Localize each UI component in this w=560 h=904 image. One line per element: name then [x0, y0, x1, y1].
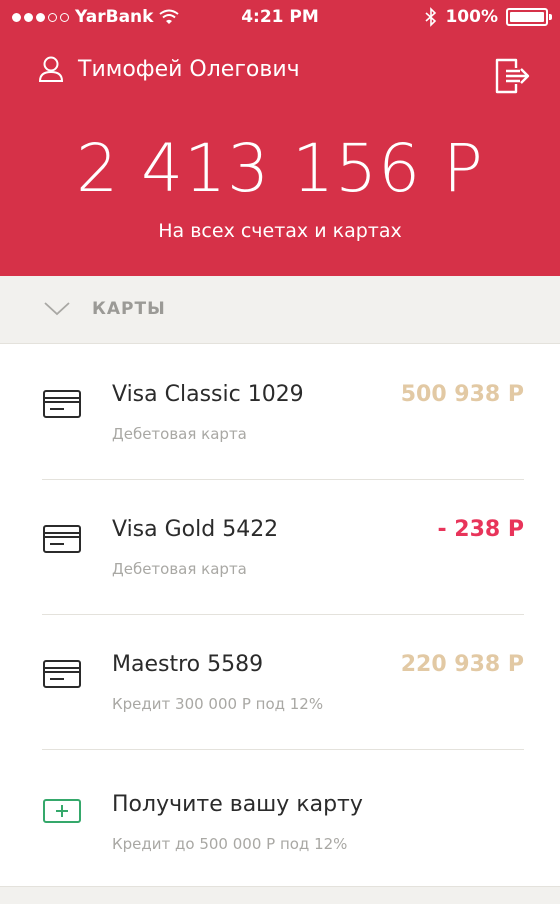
- battery-percent: 100%: [445, 7, 498, 27]
- card-balance: 220 938 Р: [400, 652, 524, 677]
- card-list: Visa Classic 1029 Дебетовая карта 500 93…: [0, 345, 560, 885]
- card-item[interactable]: Visa Gold 5422 Дебетовая карта - 238 Р: [0, 480, 560, 615]
- get-card-item[interactable]: Получите вашу карту Кредит до 500 000 Р …: [0, 750, 560, 885]
- credit-card-icon: [43, 525, 81, 553]
- get-card-subtitle: Кредит до 500 000 Р под 12%: [112, 835, 348, 853]
- battery-icon: [506, 8, 552, 26]
- status-bar: YarBank 4:21 PM 100%: [0, 0, 560, 36]
- card-name: Maestro 5589: [112, 652, 264, 677]
- credit-card-icon: [43, 660, 81, 688]
- user-name: Тимофей Олегович: [78, 56, 300, 82]
- balance-caption: На всех счетах и картах: [158, 220, 402, 242]
- add-card-icon: [43, 799, 81, 823]
- chevron-down-icon: [44, 302, 70, 316]
- card-name: Visa Gold 5422: [112, 517, 279, 542]
- logout-icon[interactable]: [494, 56, 532, 96]
- user-icon: [38, 56, 64, 82]
- card-type: Кредит 300 000 Р под 12%: [112, 695, 324, 713]
- card-item[interactable]: Maestro 5589 Кредит 300 000 Р под 12% 22…: [0, 615, 560, 750]
- credit-card-icon: [43, 390, 81, 418]
- cards-section-header[interactable]: КАРТЫ: [0, 276, 560, 344]
- card-type: Дебетовая карта: [112, 560, 247, 578]
- bluetooth-icon: [425, 7, 437, 27]
- account-header: YarBank 4:21 PM 100% Тимофей Олегович 2 …: [0, 0, 560, 276]
- section-title: КАРТЫ: [92, 299, 166, 319]
- total-balance: 2 413 156 Р: [76, 130, 484, 207]
- card-type: Дебетовая карта: [112, 425, 247, 443]
- card-item[interactable]: Visa Classic 1029 Дебетовая карта 500 93…: [0, 345, 560, 480]
- card-balance: 500 938 Р: [400, 382, 524, 407]
- get-card-title: Получите вашу карту: [112, 792, 363, 817]
- status-right: 100%: [425, 7, 552, 27]
- user-profile[interactable]: Тимофей Олегович: [38, 55, 300, 83]
- card-name: Visa Classic 1029: [112, 382, 304, 407]
- app-screen: YarBank 4:21 PM 100% Тимофей Олегович 2 …: [0, 0, 560, 904]
- card-balance: - 238 Р: [437, 517, 525, 542]
- next-section-header: [0, 886, 560, 904]
